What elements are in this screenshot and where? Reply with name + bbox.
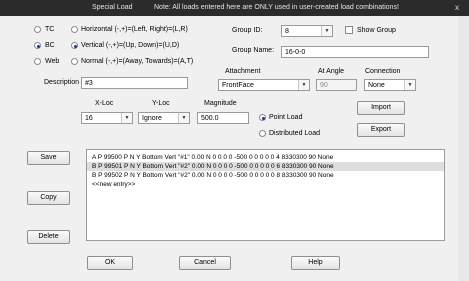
group-name-input[interactable]: 16-0-0 bbox=[281, 46, 429, 58]
group-name-label: Group Name: bbox=[232, 47, 275, 54]
radio-normal[interactable] bbox=[71, 58, 78, 65]
at-angle-label: At Angle bbox=[318, 68, 345, 75]
radio-web[interactable] bbox=[34, 58, 41, 65]
chevron-down-icon: ▼ bbox=[178, 113, 189, 123]
chevron-down-icon: ▼ bbox=[298, 80, 309, 90]
group-id-select[interactable]: 8 ▼ bbox=[281, 25, 333, 37]
load-entries-list[interactable]: A P 99500 P N Y Bottom Vert "#1" 0.00 N … bbox=[86, 149, 445, 241]
radio-bc-label: BC bbox=[45, 42, 55, 49]
list-item[interactable]: A P 99500 P N Y Bottom Vert "#1" 0.00 N … bbox=[87, 153, 444, 162]
description-label: Description bbox=[44, 79, 80, 86]
list-item[interactable]: <<new entry>> bbox=[87, 180, 444, 189]
delete-button[interactable]: Delete bbox=[27, 230, 70, 244]
title-bar: Special Load Note: All loads entered her… bbox=[0, 0, 469, 16]
chevron-down-icon: ▼ bbox=[321, 26, 332, 36]
attachment-select[interactable]: FrontFace ▼ bbox=[218, 79, 310, 91]
radio-vertical[interactable] bbox=[71, 42, 78, 49]
yloc-value: Ignore bbox=[142, 115, 162, 122]
window-title: Special Load bbox=[92, 4, 133, 11]
radio-bc[interactable] bbox=[34, 42, 41, 49]
ok-button[interactable]: OK bbox=[87, 256, 133, 270]
close-icon[interactable]: x bbox=[451, 2, 463, 14]
connection-value: None bbox=[368, 82, 385, 89]
connection-select[interactable]: None ▼ bbox=[364, 79, 416, 91]
attachment-label: Attachment bbox=[225, 68, 261, 75]
magnitude-input[interactable]: 500.0 bbox=[197, 112, 249, 124]
export-button[interactable]: Export bbox=[357, 123, 405, 137]
yloc-label: Y-Loc bbox=[152, 100, 170, 107]
help-button[interactable]: Help bbox=[291, 256, 340, 270]
show-group-label: Show Group bbox=[357, 27, 396, 34]
list-item[interactable]: B P 99502 P N Y Bottom Vert "#2" 0.00 N … bbox=[87, 171, 444, 180]
special-load-dialog: Special Load Note: All loads entered her… bbox=[0, 0, 469, 281]
xloc-value: 16 bbox=[85, 115, 93, 122]
copy-button[interactable]: Copy bbox=[27, 191, 70, 205]
radio-point-load[interactable] bbox=[259, 114, 266, 121]
connection-label: Connection bbox=[365, 68, 401, 75]
show-group-checkbox[interactable] bbox=[345, 26, 353, 34]
group-id-label: Group ID: bbox=[232, 27, 263, 34]
radio-vertical-label: Vertical (-,+)=(Up, Down)=(U,D) bbox=[81, 42, 180, 49]
description-input[interactable]: #3 bbox=[81, 77, 188, 89]
radio-distributed-load-label: Distributed Load bbox=[269, 130, 320, 137]
radio-point-load-label: Point Load bbox=[269, 114, 303, 121]
radio-horizontal-label: Horizontal (-,+)=(Left, Right)=(L,R) bbox=[81, 26, 188, 33]
radio-distributed-load[interactable] bbox=[259, 130, 266, 137]
radio-tc-label: TC bbox=[45, 26, 55, 33]
save-button[interactable]: Save bbox=[27, 151, 70, 165]
list-item[interactable]: B P 99501 P N Y Bottom Vert "#2" 0.00 N … bbox=[87, 162, 444, 171]
scrollbar[interactable] bbox=[458, 16, 469, 281]
magnitude-label: Magnitude bbox=[204, 100, 237, 107]
xloc-select[interactable]: 16 ▼ bbox=[81, 112, 133, 124]
radio-normal-label: Normal (-,+)=(Away, Towards)=(A,T) bbox=[81, 58, 194, 65]
radio-horizontal[interactable] bbox=[71, 26, 78, 33]
yloc-select[interactable]: Ignore ▼ bbox=[138, 112, 190, 124]
import-button[interactable]: Import bbox=[357, 101, 405, 115]
xloc-label: X-Loc bbox=[95, 100, 114, 107]
window-note: Note: All loads entered here are ONLY us… bbox=[154, 4, 399, 11]
attachment-value: FrontFace bbox=[222, 82, 254, 89]
group-id-value: 8 bbox=[285, 28, 289, 35]
chevron-down-icon: ▼ bbox=[404, 80, 415, 90]
radio-web-label: Web bbox=[45, 58, 60, 65]
cancel-button[interactable]: Cancel bbox=[179, 256, 231, 270]
chevron-down-icon: ▼ bbox=[121, 113, 132, 123]
radio-tc[interactable] bbox=[34, 26, 41, 33]
at-angle-input[interactable]: 90 bbox=[316, 79, 357, 91]
